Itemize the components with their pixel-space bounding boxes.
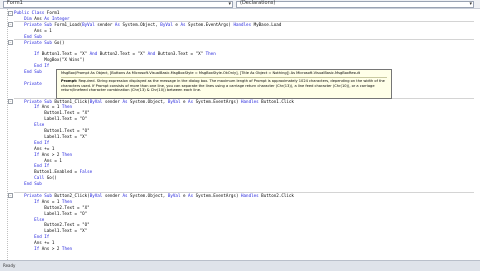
status-text: Ready [3,263,16,268]
collapse-icon[interactable]: − [8,10,13,16]
code-line[interactable]: Ans = 1 [14,158,62,163]
code-line[interactable]: Ans += 1 [14,240,54,245]
code-line[interactable]: Ans = 1 [14,28,52,33]
code-line[interactable]: End Sub [14,181,42,186]
code-line[interactable]: If Ans > 2 Then [14,152,72,157]
code-line[interactable]: Public Class Form1 [14,10,59,15]
tooltip-param-description: Required. String expression displayed as… [61,79,385,93]
collapse-icon[interactable]: − [8,99,13,104]
code-line[interactable]: Label1.Text = "O" [14,211,87,216]
code-line[interactable]: MsgBox("X Wins") [14,57,84,62]
code-line[interactable]: Label1.Text = "X" [14,228,87,233]
tooltip-divider [61,77,387,78]
collapse-icon[interactable]: − [8,193,13,199]
code-line[interactable]: If Button1.Text = "X" And Button2.Text =… [14,51,216,56]
code-line[interactable]: Else [14,217,44,222]
code-line[interactable]: Private Sub Button1_Click(ByVal sender A… [14,99,294,104]
class-name-dropdown-value: Form1 [7,0,23,6]
chevron-down-icon[interactable]: ▾ [228,1,231,7]
method-separator [14,192,474,194]
code-line[interactable]: Button1.Enabled = False [14,169,92,174]
collapse-icon[interactable]: − [8,22,13,28]
code-line[interactable]: Private Sub Form1_Load(ByVal sender As S… [14,22,281,27]
code-line[interactable]: Button2.Text = "O" [14,222,89,227]
code-line[interactable]: End If [14,234,49,239]
code-line[interactable]: Button1.Text = "X" [14,110,89,115]
code-line[interactable]: Private Sub Button2_Click(ByVal sender A… [14,193,294,198]
code-line[interactable]: End If [14,63,49,68]
code-line[interactable]: Dim Ans As Integer [14,16,69,21]
code-line[interactable]: If Ans = 1 Then [14,199,72,204]
code-line[interactable]: Label1.Text = "X" [14,134,87,139]
code-line[interactable]: Label1.Text = "O" [14,116,87,121]
collapse-icon[interactable]: − [8,40,13,45]
code-line[interactable]: If Ans > 2 Then [14,246,72,251]
tooltip-description: Prompt: Required. String expression disp… [61,79,387,97]
code-line[interactable]: End If [14,140,49,145]
editor-navigation-bar: Form1 ▾ (Declarations) ▾ [0,0,480,9]
code-line[interactable]: Call Go() [14,175,57,180]
code-line[interactable]: Button2.Text = "X" [14,205,89,210]
code-line[interactable]: If Ans = 1 Then [14,104,72,109]
status-bar: Ready [0,260,480,271]
method-name-dropdown-value: (Declarations) [240,0,276,6]
code-line[interactable]: Private [14,81,42,86]
editor-gutter [0,9,8,260]
code-line[interactable]: Ans += 1 [14,146,54,151]
method-separator [14,38,474,40]
tooltip-signature: MsgBox(Prompt As Object, [Buttons As Mic… [61,71,361,75]
code-line[interactable]: Private Sub Go() [14,40,64,45]
tooltip-param-name: Prompt: [61,79,78,83]
code-line[interactable]: Else [14,122,44,127]
code-line[interactable]: End Sub [14,34,42,39]
code-editor[interactable]: Public Class Form1− Dim Ans As Integer P… [0,9,480,260]
class-name-dropdown[interactable]: Form1 ▾ [3,0,233,8]
method-name-dropdown[interactable]: (Declarations) ▾ [236,0,474,8]
code-line[interactable]: Button1.Text = "O" [14,128,89,133]
parameter-info-tooltip: MsgBox(Prompt As Object, [Buttons As Mic… [56,69,392,99]
code-line[interactable]: End If [14,163,49,168]
chevron-down-icon[interactable]: ▾ [469,1,472,7]
code-line[interactable]: End Sub [14,69,42,74]
method-separator [14,21,474,23]
